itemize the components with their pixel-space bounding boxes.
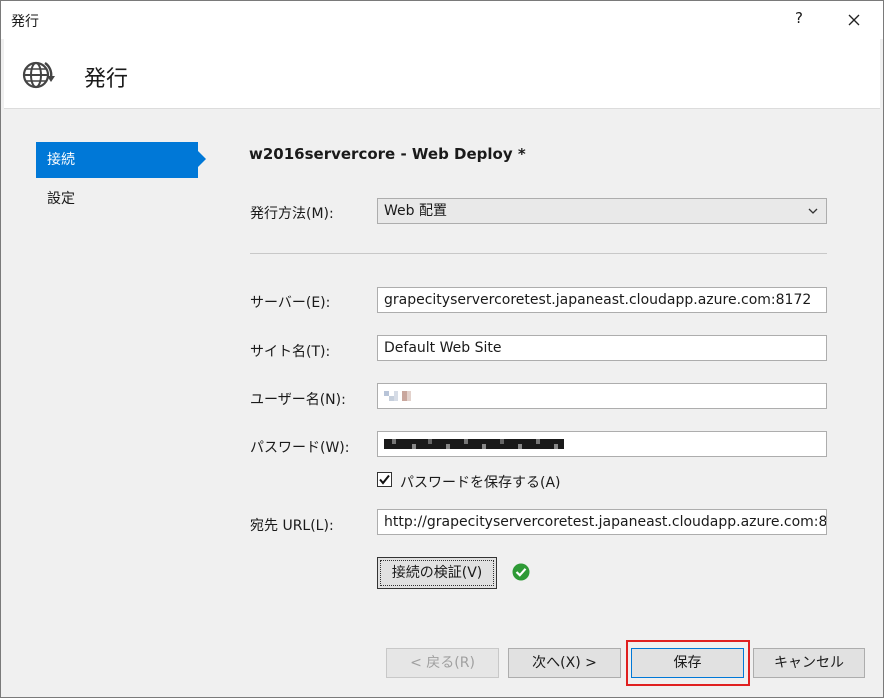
publish-dialog: 発行 ? 発行 接続 設定 w2016servercore - Web Depl… bbox=[0, 0, 884, 698]
window-title: 発行 bbox=[11, 14, 39, 30]
server-input[interactable]: grapecityservercoretest.japaneast.clouda… bbox=[377, 287, 827, 313]
server-label: サーバー(E): bbox=[250, 295, 331, 311]
publish-method-label: 発行方法(M): bbox=[250, 206, 334, 222]
next-button[interactable]: 次へ(X) > bbox=[508, 648, 621, 678]
user-name-input[interactable] bbox=[377, 383, 827, 409]
back-button[interactable]: < 戻る(R) bbox=[386, 648, 499, 678]
save-button-highlight bbox=[626, 640, 750, 686]
publish-method-value: Web 配置 bbox=[384, 203, 447, 219]
save-password-checkbox[interactable] bbox=[377, 472, 392, 487]
redacted-password bbox=[384, 439, 564, 449]
validate-connection-label: 接続の検証(V) bbox=[391, 565, 483, 581]
password-input[interactable] bbox=[377, 431, 827, 457]
nav-active-arrow bbox=[198, 151, 206, 167]
save-password-label[interactable]: パスワードを保存する(A) bbox=[400, 472, 561, 492]
destination-url-label: 宛先 URL(L): bbox=[250, 518, 334, 534]
redacted-username bbox=[384, 391, 411, 401]
close-icon bbox=[848, 14, 860, 26]
globe-publish-icon bbox=[18, 55, 58, 95]
checkmark-icon bbox=[379, 474, 390, 485]
title-bar: 発行 ? bbox=[1, 1, 883, 39]
profile-title: w2016servercore - Web Deploy * bbox=[249, 145, 526, 163]
destination-url-input[interactable]: http://grapecityservercoretest.japaneast… bbox=[377, 509, 827, 535]
user-name-label: ユーザー名(N): bbox=[250, 392, 346, 408]
chevron-down-icon bbox=[808, 199, 818, 223]
nav-item-settings[interactable]: 設定 bbox=[36, 181, 198, 217]
header-title: 発行 bbox=[84, 67, 129, 92]
close-button[interactable] bbox=[839, 5, 869, 35]
success-check-icon bbox=[512, 563, 530, 581]
dialog-header: 発行 bbox=[4, 39, 880, 109]
cancel-button[interactable]: キャンセル bbox=[753, 648, 865, 678]
nav-item-connection[interactable]: 接続 bbox=[36, 142, 198, 178]
site-name-input[interactable]: Default Web Site bbox=[377, 335, 827, 361]
help-button[interactable]: ? bbox=[789, 9, 809, 27]
validate-connection-button[interactable]: 接続の検証(V) bbox=[377, 557, 497, 589]
publish-method-select[interactable]: Web 配置 bbox=[377, 198, 827, 224]
section-divider bbox=[250, 253, 827, 254]
password-label: パスワード(W): bbox=[250, 440, 350, 456]
site-name-label: サイト名(T): bbox=[250, 344, 331, 360]
